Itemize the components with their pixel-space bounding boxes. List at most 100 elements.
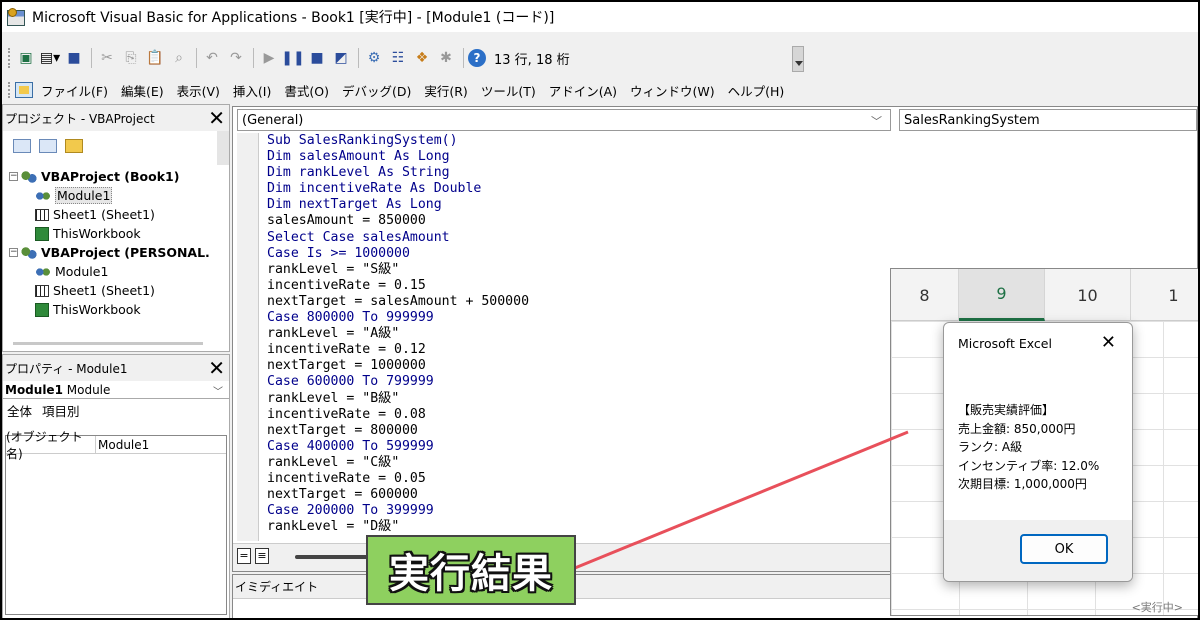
reset-icon[interactable]: ■ (306, 47, 328, 69)
procedure-view-icon[interactable]: = (237, 548, 251, 564)
message-line: 売上金額: 850,000円 (958, 421, 1076, 436)
properties-title: プロパティ - Module1 (5, 361, 128, 376)
menu-run[interactable]: 実行(R) (424, 81, 467, 100)
module-icon (35, 189, 51, 202)
tree-item-label: Module1 (55, 187, 113, 204)
code-line: Dim rankLevel As String (267, 165, 450, 181)
menu-format[interactable]: 書式(O) (284, 81, 329, 100)
menu-file[interactable]: ファイル(F) (41, 81, 108, 100)
immediate-title: イミディエイト (235, 580, 319, 594)
toolbar-grip[interactable] (8, 48, 11, 68)
properties-window: プロパティ - Module1 ✕ Module1 Module ﹀ 全体 項目… (2, 354, 230, 618)
undo-icon[interactable]: ↶ (201, 47, 223, 69)
save-icon[interactable]: ■ (63, 47, 85, 69)
object-combo-value: (General) (242, 112, 304, 128)
result-callout-label: 実行結果 (366, 535, 576, 605)
project-explorer-icon[interactable]: ⚙ (363, 47, 385, 69)
tree-item[interactable]: Sheet1 (Sheet1) (9, 205, 210, 224)
close-icon[interactable]: ✕ (1101, 332, 1116, 353)
tree-item[interactable]: ThisWorkbook (9, 300, 210, 319)
vbe-window: Microsoft Visual Basic for Applications … (0, 0, 1200, 620)
margin-indicator-bar[interactable] (237, 133, 259, 541)
toolbar-options-icon[interactable] (792, 46, 804, 72)
collapse-icon[interactable]: − (9, 172, 18, 181)
tree-item[interactable]: ThisWorkbook (9, 224, 210, 243)
column-header[interactable]: 1 (1131, 269, 1198, 321)
tree-item-label: VBAProject (Book1) (41, 169, 180, 184)
insert-userform-icon[interactable]: ▤▾ (39, 47, 61, 69)
tab-categorized[interactable]: 項目別 (42, 401, 80, 420)
tree-item[interactable]: Module1 (9, 262, 210, 281)
project-explorer: プロジェクト - VBAProject ✕ − VBAProject (Book1… (2, 104, 230, 352)
menu-view[interactable]: 表示(V) (177, 81, 220, 100)
cut-icon[interactable]: ✂ (96, 47, 118, 69)
tree-item[interactable]: − VBAProject (PERSONAL. (9, 243, 210, 262)
ok-button[interactable]: OK (1020, 534, 1108, 564)
redo-icon[interactable]: ↷ (225, 47, 247, 69)
property-grid: (オブジェクト名) Module1 (5, 430, 227, 615)
object-type: Module (66, 382, 111, 397)
view-code-icon[interactable] (13, 139, 31, 153)
view-excel-icon[interactable]: ▣ (15, 47, 37, 69)
tree-item-label: Sheet1 (Sheet1) (53, 207, 155, 222)
chevron-down-icon[interactable]: ﹀ (871, 113, 882, 129)
menu-addins[interactable]: アドイン(A) (549, 81, 617, 100)
column-header[interactable]: 10 (1045, 269, 1131, 321)
paste-icon[interactable]: 📋 (144, 47, 166, 69)
find-icon[interactable]: ⌕ (168, 47, 190, 69)
tree-item[interactable]: Module1 (9, 186, 210, 205)
close-icon[interactable]: ✕ (208, 107, 225, 129)
menu-bar: ファイル(F) 編集(E) 表示(V) 挿入(I) 書式(O) デバッグ(D) … (2, 78, 1198, 102)
menu-help[interactable]: ヘルプ(H) (728, 81, 785, 100)
menu-window[interactable]: ウィンドウ(W) (630, 81, 715, 100)
procedure-combo[interactable]: SalesRankingSystem (899, 109, 1197, 131)
tree-item-label: ThisWorkbook (53, 226, 141, 241)
code-line: Dim salesAmount As Long (267, 149, 450, 165)
help-icon[interactable]: ? (468, 49, 486, 67)
tree-item[interactable]: Sheet1 (Sheet1) (9, 281, 210, 300)
menu-debug[interactable]: デバッグ(D) (342, 81, 411, 100)
view-object-icon[interactable] (39, 139, 57, 153)
properties-title-bar: プロパティ - Module1 ✕ (3, 355, 229, 381)
column-header[interactable]: 8 (891, 269, 959, 321)
toolbox-icon[interactable]: ✱ (435, 47, 457, 69)
workbook-icon (35, 226, 49, 241)
column-header-selected[interactable]: 9 (959, 269, 1045, 321)
title-bar: Microsoft Visual Basic for Applications … (2, 2, 1198, 32)
menu-insert[interactable]: 挿入(I) (233, 81, 271, 100)
project-hscrollbar[interactable] (13, 342, 203, 345)
chevron-down-icon[interactable]: ﹀ (213, 383, 223, 398)
project-explorer-title-bar: プロジェクト - VBAProject ✕ (3, 105, 229, 131)
object-name: Module1 (5, 382, 63, 397)
toggle-folders-icon[interactable] (65, 139, 83, 153)
full-module-view-icon[interactable]: ≡ (255, 548, 269, 564)
menu-grip[interactable] (8, 82, 11, 98)
worksheet-icon (35, 208, 49, 221)
property-row[interactable]: (オブジェクト名) Module1 (6, 430, 226, 461)
vba-app-icon (6, 8, 26, 26)
menu-edit[interactable]: 編集(E) (121, 81, 164, 100)
design-mode-icon[interactable]: ◩ (330, 47, 352, 69)
tree-item[interactable]: − VBAProject (Book1) (9, 167, 210, 186)
property-tabs: 全体 項目別 (3, 399, 229, 421)
copy-icon[interactable]: ⎘ (120, 47, 142, 69)
project-explorer-title: プロジェクト - VBAProject (5, 111, 155, 126)
run-icon[interactable]: ▶ (258, 47, 280, 69)
vbaproject-icon (21, 245, 37, 260)
property-value[interactable]: Module1 (96, 438, 149, 452)
menu-tools[interactable]: ツール(T) (481, 81, 536, 100)
code-line: Dim incentiveRate As Double (267, 181, 482, 197)
object-browser-icon[interactable]: ❖ (411, 47, 433, 69)
excel-vba-icon[interactable] (15, 82, 33, 98)
project-toolbar (3, 131, 229, 161)
project-scrollbar[interactable] (217, 131, 229, 165)
properties-icon[interactable]: ☷ (387, 47, 409, 69)
break-icon[interactable]: ❚❚ (281, 47, 304, 69)
tab-alphabetic[interactable]: 全体 (7, 401, 32, 420)
object-combo[interactable]: (General) ﹀ (237, 109, 891, 131)
close-icon[interactable]: ✕ (208, 357, 225, 379)
code-line: Select Case salesAmount (267, 229, 450, 245)
object-select[interactable]: Module1 Module ﹀ (3, 381, 229, 399)
tree-item-label: ThisWorkbook (53, 302, 141, 317)
collapse-icon[interactable]: − (9, 248, 18, 257)
